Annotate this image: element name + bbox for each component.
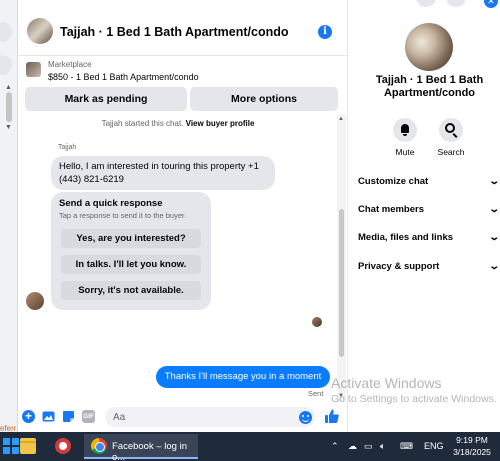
scroll-down-arrow-icon[interactable]: ▼	[5, 124, 12, 131]
chevron-down-icon: ⌄	[487, 204, 500, 215]
section-privacy-support[interactable]: Privacy & support ⌄	[358, 257, 500, 277]
chat-started-text: Tajjah started this chat.	[101, 119, 184, 128]
taskbar-clock[interactable]: 9:19 PM 3/18/2025	[450, 434, 494, 458]
listing-banner: Marketplace $850 - 1 Bed 1 Bath Apartmen…	[18, 57, 347, 113]
mute-button[interactable]: Mute	[385, 118, 425, 157]
listing-avatar[interactable]	[405, 23, 453, 71]
message-list: Tajjah started this chat. View buyer pro…	[18, 114, 338, 400]
quick-response-card: Send a quick response Tap a response to …	[51, 192, 211, 310]
chat-window: Tajjah · 1 Bed 1 Bath Apartment/condo i …	[18, 0, 347, 432]
view-buyer-profile-link[interactable]: View buyer profile	[186, 119, 255, 128]
incoming-message[interactable]: Hello, I am interested in touring this p…	[51, 156, 275, 190]
section-label: Chat members	[358, 204, 424, 215]
sender-avatar[interactable]	[26, 292, 44, 310]
message-composer: + GIF	[18, 402, 347, 432]
section-label: Customize chat	[358, 176, 429, 187]
cloud-icon[interactable]: ☁	[348, 440, 357, 452]
scroll-up-arrow-icon[interactable]: ▲	[338, 116, 344, 122]
section-label: Media, files and links	[358, 232, 454, 243]
details-title: Tajjah · 1 Bed 1 Bath Apartment/condo	[375, 74, 484, 99]
quick-response-option[interactable]: Sorry, it's not available.	[61, 281, 201, 300]
pinned-app-icon[interactable]	[55, 438, 71, 454]
quick-response-title: Send a quick response	[59, 198, 163, 209]
left-sidebar-strip: ▲ ▼ eferr	[0, 0, 18, 433]
search-icon	[439, 118, 463, 142]
windows-taskbar: Facebook – log in o... ⌃ ☁ ▭ 🔈︎ ⌨ ENG 9:…	[0, 432, 500, 461]
section-media-files-links[interactable]: Media, files and links ⌄	[358, 228, 500, 248]
clock-time: 9:19 PM	[456, 435, 488, 445]
section-customize-chat[interactable]: Customize chat ⌄	[358, 172, 500, 192]
taskbar-task-label: Facebook – log in o...	[112, 441, 187, 461]
search-button[interactable]: Search	[431, 118, 471, 157]
volume-icon[interactable]: 🔈︎	[380, 440, 385, 452]
sidebar-chat-avatar[interactable]	[0, 22, 12, 42]
sent-status: Sent	[308, 389, 324, 398]
sender-name: Tajjah	[58, 144, 77, 151]
chat-header: Tajjah · 1 Bed 1 Bath Apartment/condo i	[18, 0, 347, 56]
bell-icon	[393, 118, 417, 142]
windows-start-icon[interactable]	[3, 438, 19, 454]
chat-title[interactable]: Tajjah · 1 Bed 1 Bath Apartment/condo	[60, 25, 289, 39]
mark-as-pending-button[interactable]: Mark as pending	[25, 87, 187, 111]
like-icon[interactable]	[324, 408, 340, 424]
chrome-icon	[91, 438, 107, 454]
quick-response-option[interactable]: Yes, are you interested?	[61, 229, 201, 248]
taskbar-browser-task[interactable]: Facebook – log in o...	[84, 434, 198, 461]
top-action-circle[interactable]	[446, 0, 466, 7]
search-label: Search	[437, 147, 465, 157]
sticker-icon[interactable]	[62, 410, 75, 423]
section-chat-members[interactable]: Chat members ⌄	[358, 200, 500, 220]
plus-icon[interactable]: +	[22, 410, 35, 423]
scrollbar-thumb[interactable]	[339, 209, 344, 357]
listing-thumbnail-avatar[interactable]	[27, 18, 53, 44]
mute-label: Mute	[395, 147, 415, 157]
emoji-icon[interactable]	[299, 411, 312, 424]
scroll-up-arrow-icon[interactable]: ▲	[5, 84, 12, 91]
image-icon[interactable]	[42, 410, 55, 423]
activate-windows-watermark: Activate Windows	[331, 375, 442, 391]
language-indicator[interactable]: ENG	[424, 440, 444, 452]
message-scrollbar[interactable]: ▲ ▼	[337, 114, 346, 402]
tray-overflow-chevron-icon[interactable]: ⌃	[331, 440, 339, 452]
info-icon[interactable]: i	[318, 25, 332, 39]
file-explorer-icon[interactable]	[20, 438, 36, 454]
listing-thumbnail[interactable]	[26, 62, 41, 77]
quick-response-option[interactable]: In talks. I'll let you know.	[61, 255, 201, 274]
top-action-circle[interactable]	[416, 0, 436, 7]
chevron-down-icon: ⌄	[487, 232, 500, 243]
listing-description[interactable]: $850 - 1 Bed 1 Bath Apartment/condo	[48, 72, 199, 82]
section-label: Privacy & support	[358, 261, 440, 272]
sidebar-chat-avatar[interactable]	[0, 55, 12, 75]
more-options-button[interactable]: More options	[190, 87, 338, 111]
outgoing-message[interactable]: Thanks I'll message you in a moment	[156, 366, 330, 388]
keyboard-icon[interactable]: ⌨	[400, 440, 413, 452]
read-receipt-avatar	[312, 317, 322, 327]
gif-icon[interactable]: GIF	[82, 410, 95, 423]
chevron-down-icon: ⌄	[487, 261, 500, 272]
close-icon[interactable]: ✕	[484, 0, 498, 8]
listing-source: Marketplace	[48, 60, 92, 69]
sidebar-scrollbar-thumb[interactable]	[6, 92, 12, 122]
quick-response-subtitle: Tap a response to send it to the buyer.	[59, 211, 187, 220]
chat-details-panel: ✕ Tajjah · 1 Bed 1 Bath Apartment/condo …	[347, 0, 500, 432]
chat-started-notice: Tajjah started this chat. View buyer pro…	[18, 119, 338, 128]
message-input[interactable]	[105, 407, 315, 427]
clock-date: 3/18/2025	[453, 447, 491, 457]
network-icon[interactable]: ▭	[364, 440, 373, 452]
chevron-down-icon: ⌄	[487, 176, 500, 187]
activate-windows-subtext: Go to Settings to activate Windows.	[331, 393, 497, 405]
